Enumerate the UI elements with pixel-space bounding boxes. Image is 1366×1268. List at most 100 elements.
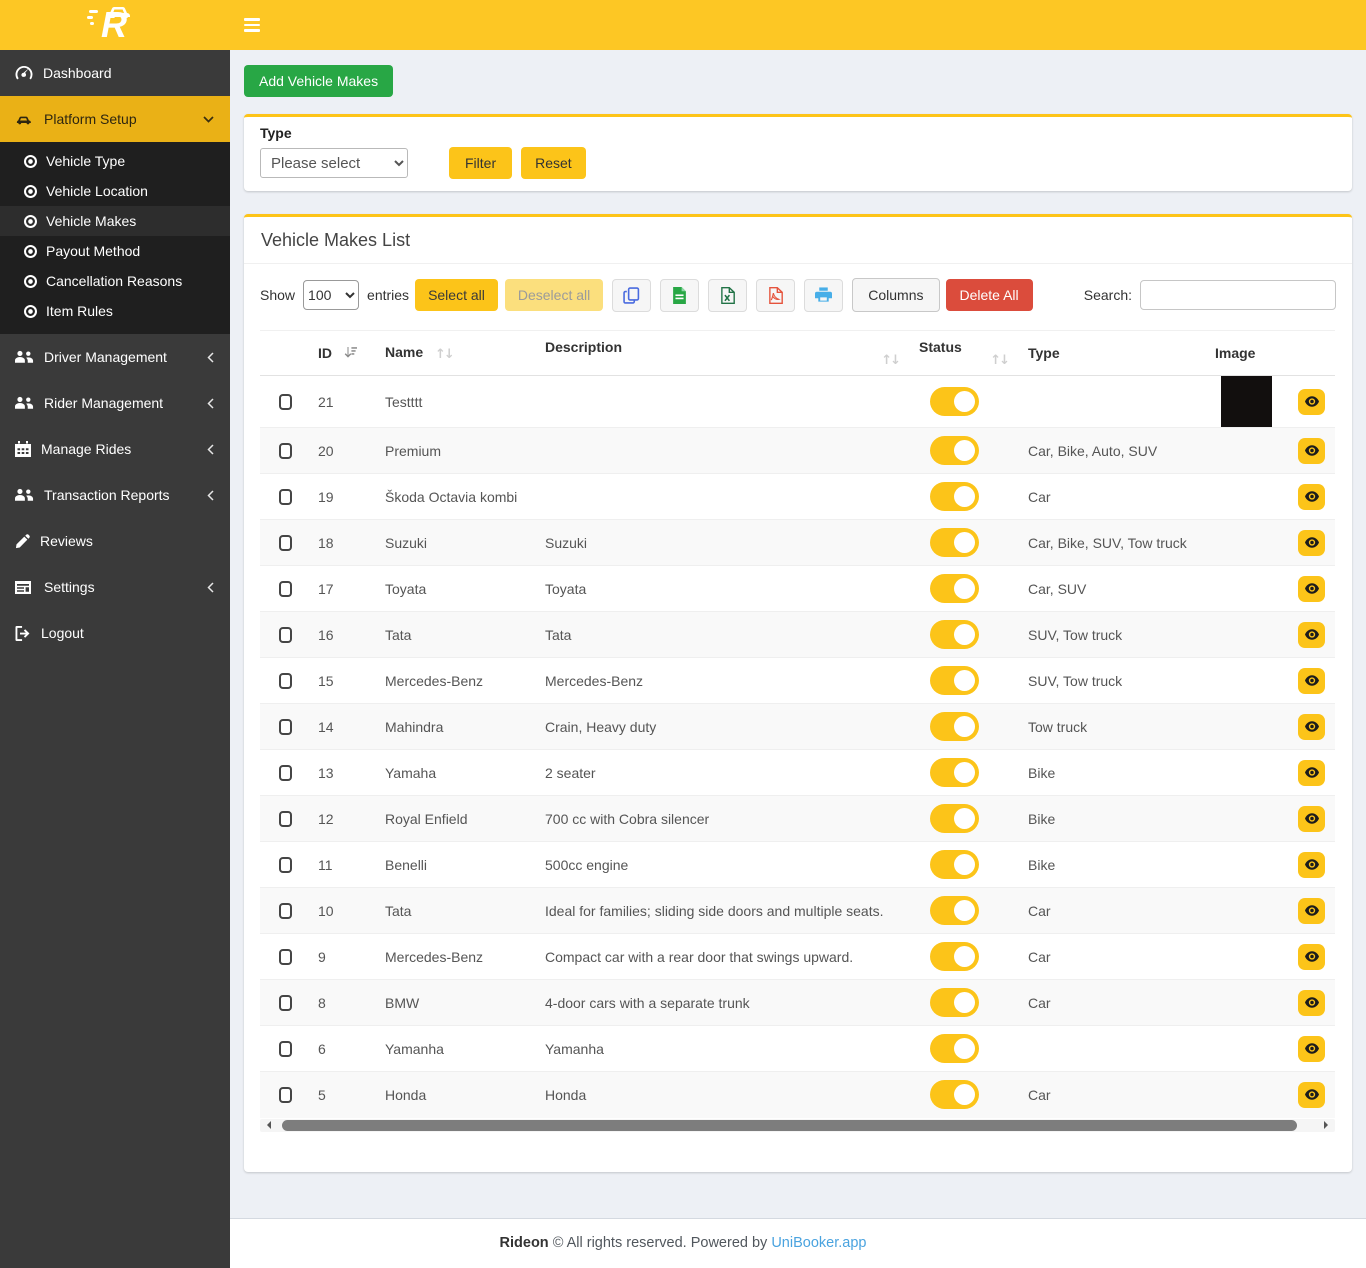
row-name: Tata	[375, 611, 535, 658]
delete-all-button[interactable]: Delete All	[945, 279, 1033, 311]
status-toggle[interactable]	[930, 1034, 979, 1063]
scroll-left-icon[interactable]	[263, 1121, 271, 1129]
sidebar-item-payout-method[interactable]: Payout Method	[0, 236, 230, 266]
sidebar-item-vehicle-location[interactable]: Vehicle Location	[0, 176, 230, 206]
sidebar-item-rider-management[interactable]: Rider Management	[0, 380, 230, 426]
view-button[interactable]	[1298, 529, 1325, 556]
status-toggle[interactable]	[930, 387, 979, 416]
status-toggle[interactable]	[930, 482, 979, 511]
view-button[interactable]	[1298, 805, 1325, 832]
eye-icon	[1304, 951, 1319, 962]
view-button[interactable]	[1298, 759, 1325, 786]
row-checkbox[interactable]	[279, 581, 292, 598]
view-button[interactable]	[1298, 943, 1325, 970]
sidebar-item-platform-setup[interactable]: Platform Setup	[0, 96, 230, 142]
status-toggle[interactable]	[930, 574, 979, 603]
chevron-down-icon	[203, 115, 214, 123]
header-id[interactable]: ID	[308, 330, 375, 376]
row-type: Car, SUV	[1018, 565, 1205, 612]
row-checkbox[interactable]	[279, 1087, 292, 1104]
excel-export-button[interactable]	[708, 278, 748, 312]
pdf-export-button[interactable]	[756, 278, 796, 312]
table-row: 5 Honda Honda Car	[260, 1071, 1335, 1118]
sidebar-item-reviews[interactable]: Reviews	[0, 518, 230, 564]
row-checkbox[interactable]	[279, 394, 292, 411]
status-toggle[interactable]	[930, 436, 979, 465]
sidebar-item-settings[interactable]: Settings	[0, 564, 230, 610]
sidebar-toggle-hamburger-icon[interactable]	[244, 13, 268, 37]
row-checkbox[interactable]	[279, 857, 292, 874]
view-button[interactable]	[1298, 713, 1325, 740]
view-button[interactable]	[1298, 388, 1325, 415]
sort-desc-icon	[344, 347, 357, 358]
row-checkbox[interactable]	[279, 949, 292, 966]
status-toggle[interactable]	[930, 988, 979, 1017]
add-vehicle-makes-button[interactable]: Add Vehicle Makes	[244, 65, 394, 97]
row-type: Car, Bike, SUV, Tow truck	[1018, 519, 1205, 566]
view-button[interactable]	[1298, 437, 1325, 464]
sidebar-item-logout[interactable]: Logout	[0, 610, 230, 656]
row-checkbox[interactable]	[279, 1041, 292, 1058]
row-checkbox[interactable]	[279, 903, 292, 920]
sidebar-item-manage-rides[interactable]: Manage Rides	[0, 426, 230, 472]
view-button[interactable]	[1298, 1081, 1325, 1108]
csv-export-button[interactable]	[660, 278, 700, 312]
scrollbar-thumb[interactable]	[282, 1119, 1297, 1131]
view-button[interactable]	[1298, 575, 1325, 602]
select-all-button[interactable]: Select all	[415, 279, 498, 311]
status-toggle[interactable]	[930, 758, 979, 787]
status-toggle[interactable]	[930, 942, 979, 971]
status-toggle[interactable]	[930, 896, 979, 925]
header-status[interactable]: Status ↑↓	[909, 330, 1018, 376]
footer-link[interactable]: UniBooker.app	[771, 1235, 866, 1251]
status-toggle[interactable]	[930, 712, 979, 741]
view-button[interactable]	[1298, 621, 1325, 648]
view-button[interactable]	[1298, 1035, 1325, 1062]
view-button[interactable]	[1298, 989, 1325, 1016]
header-name[interactable]: Name ↑↓	[375, 330, 535, 376]
sidebar-item-dashboard[interactable]: Dashboard	[0, 50, 230, 96]
row-checkbox[interactable]	[279, 719, 292, 736]
row-checkbox[interactable]	[279, 627, 292, 644]
brand-logo[interactable]: R	[0, 0, 230, 50]
sidebar-item-vehicle-makes[interactable]: Vehicle Makes	[0, 206, 230, 236]
status-toggle[interactable]	[930, 804, 979, 833]
row-checkbox[interactable]	[279, 443, 292, 460]
header-type[interactable]: Type	[1018, 330, 1205, 376]
deselect-all-button[interactable]: Deselect all	[504, 279, 604, 311]
status-toggle[interactable]	[930, 1080, 979, 1110]
status-toggle[interactable]	[930, 850, 979, 879]
view-button[interactable]	[1298, 483, 1325, 510]
row-checkbox[interactable]	[279, 673, 292, 690]
sidebar-item-driver-management[interactable]: Driver Management	[0, 334, 230, 380]
view-button[interactable]	[1298, 897, 1325, 924]
sidebar-item-cancellation-reasons[interactable]: Cancellation Reasons	[0, 266, 230, 296]
type-filter-select[interactable]: Please select	[260, 148, 408, 178]
status-toggle[interactable]	[930, 666, 979, 695]
view-button[interactable]	[1298, 851, 1325, 878]
print-button[interactable]	[804, 278, 844, 312]
sidebar-item-item-rules[interactable]: Item Rules	[0, 296, 230, 326]
reset-button[interactable]: Reset	[521, 147, 586, 179]
row-checkbox[interactable]	[279, 489, 292, 506]
status-toggle[interactable]	[930, 620, 979, 649]
view-button[interactable]	[1298, 667, 1325, 694]
copy-button[interactable]	[612, 278, 652, 312]
sidebar-item-vehicle-type[interactable]: Vehicle Type	[0, 146, 230, 176]
row-checkbox[interactable]	[279, 995, 292, 1012]
sidebar-item-transaction-reports[interactable]: Transaction Reports	[0, 472, 230, 518]
row-checkbox[interactable]	[279, 765, 292, 782]
search-input[interactable]	[1140, 280, 1336, 310]
columns-button[interactable]: Columns	[852, 278, 940, 312]
page-length-select[interactable]: 100	[303, 280, 360, 310]
status-toggle[interactable]	[930, 528, 979, 557]
row-type: Car	[1018, 933, 1205, 980]
row-checkbox[interactable]	[279, 811, 292, 828]
row-checkbox[interactable]	[279, 535, 292, 552]
filter-button[interactable]: Filter	[449, 147, 513, 179]
header-description[interactable]: Description ↑↓	[535, 330, 909, 376]
horizontal-scrollbar[interactable]	[260, 1118, 1335, 1132]
users-icon	[15, 350, 34, 363]
scroll-right-icon[interactable]	[1324, 1121, 1332, 1129]
row-name: Benelli	[375, 841, 535, 888]
